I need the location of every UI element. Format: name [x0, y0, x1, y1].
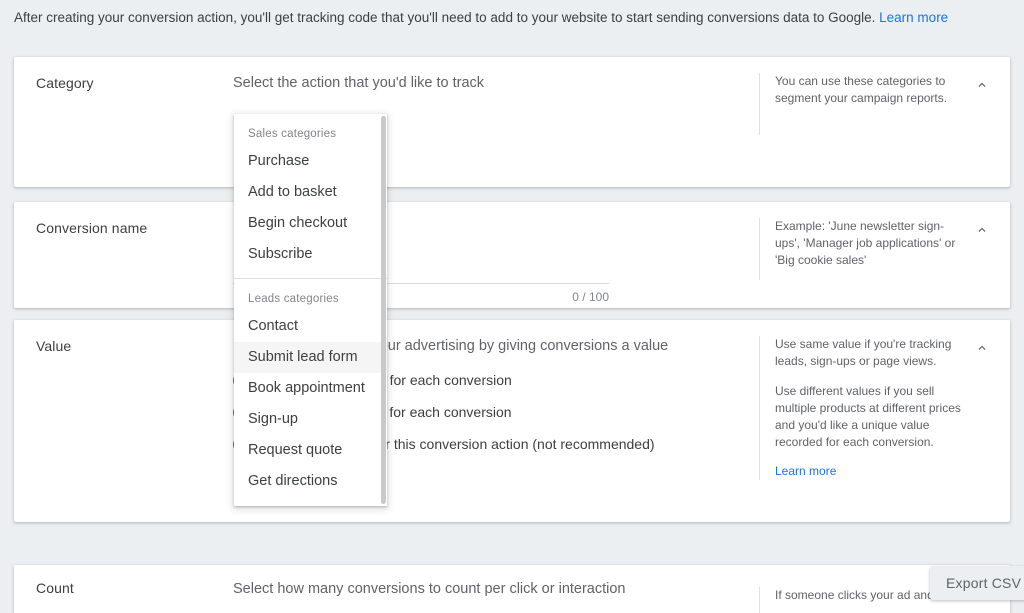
- card-category-aside: You can use these categories to segment …: [759, 73, 964, 135]
- dropdown-item-submit-lead-form[interactable]: Submit lead form: [234, 342, 387, 373]
- card-category-main: Select the action that you'd like to tra…: [233, 73, 753, 93]
- intro-body: After creating your conversion action, y…: [14, 10, 879, 25]
- chevron-up-icon[interactable]: [968, 216, 996, 244]
- card-value: Value Measure the value of your advertis…: [14, 320, 1010, 522]
- card-count-main: Select how many conversions to count per…: [233, 579, 753, 599]
- character-counter: 0 / 100: [572, 290, 609, 304]
- value-learn-more-link[interactable]: Learn more: [775, 464, 836, 478]
- intro-text: After creating your conversion action, y…: [14, 8, 1010, 28]
- card-category-heading: Select the action that you'd like to tra…: [233, 73, 753, 93]
- dropdown-group-label-leads: Leads categories: [234, 279, 387, 311]
- card-conversion-name-aside: Example: 'June newsletter sign-ups', 'Ma…: [759, 218, 964, 280]
- card-count: Count Select how many conversions to cou…: [14, 565, 1010, 613]
- chevron-up-icon[interactable]: [968, 71, 996, 99]
- card-conversion-name-label: Conversion name: [36, 220, 147, 236]
- chevron-up-icon[interactable]: [968, 334, 996, 362]
- card-category: Category Select the action that you'd li…: [14, 57, 1010, 187]
- category-dropdown-menu[interactable]: Sales categories Purchase Add to basket …: [234, 114, 387, 506]
- value-help-text-2: Use different values if you sell multipl…: [775, 383, 964, 451]
- card-value-label: Value: [36, 338, 71, 354]
- dropdown-item-begin-checkout[interactable]: Begin checkout: [234, 208, 387, 239]
- conversion-name-help-text: Example: 'June newsletter sign-ups', 'Ma…: [775, 218, 964, 269]
- value-help-text-1: Use same value if you're tracking leads,…: [775, 336, 964, 370]
- category-help-text: You can use these categories to segment …: [775, 73, 964, 107]
- export-csv-button[interactable]: Export CSV: [930, 566, 1024, 600]
- dropdown-item-purchase[interactable]: Purchase: [234, 146, 387, 177]
- dropdown-item-book-appointment[interactable]: Book appointment: [234, 373, 387, 404]
- card-count-label: Count: [36, 580, 74, 596]
- page-root: After creating your conversion action, y…: [0, 0, 1024, 613]
- learn-more-link[interactable]: Learn more: [879, 10, 948, 25]
- dropdown-item-add-to-basket[interactable]: Add to basket: [234, 177, 387, 208]
- card-category-label: Category: [36, 75, 94, 91]
- dropdown-item-request-quote[interactable]: Request quote: [234, 435, 387, 466]
- dropdown-scrollbar[interactable]: [381, 116, 386, 504]
- card-conversion-name: Conversion name Name 0 / 100 Example: 'J…: [14, 202, 1010, 308]
- dropdown-item-sign-up[interactable]: Sign-up: [234, 404, 387, 435]
- dropdown-item-contact[interactable]: Contact: [234, 311, 387, 342]
- dropdown-group-label-sales: Sales categories: [234, 114, 387, 146]
- dropdown-item-get-directions[interactable]: Get directions: [234, 466, 387, 497]
- card-value-aside: Use same value if you're tracking leads,…: [759, 336, 964, 480]
- count-heading: Select how many conversions to count per…: [233, 579, 753, 599]
- dropdown-item-subscribe[interactable]: Subscribe: [234, 239, 387, 270]
